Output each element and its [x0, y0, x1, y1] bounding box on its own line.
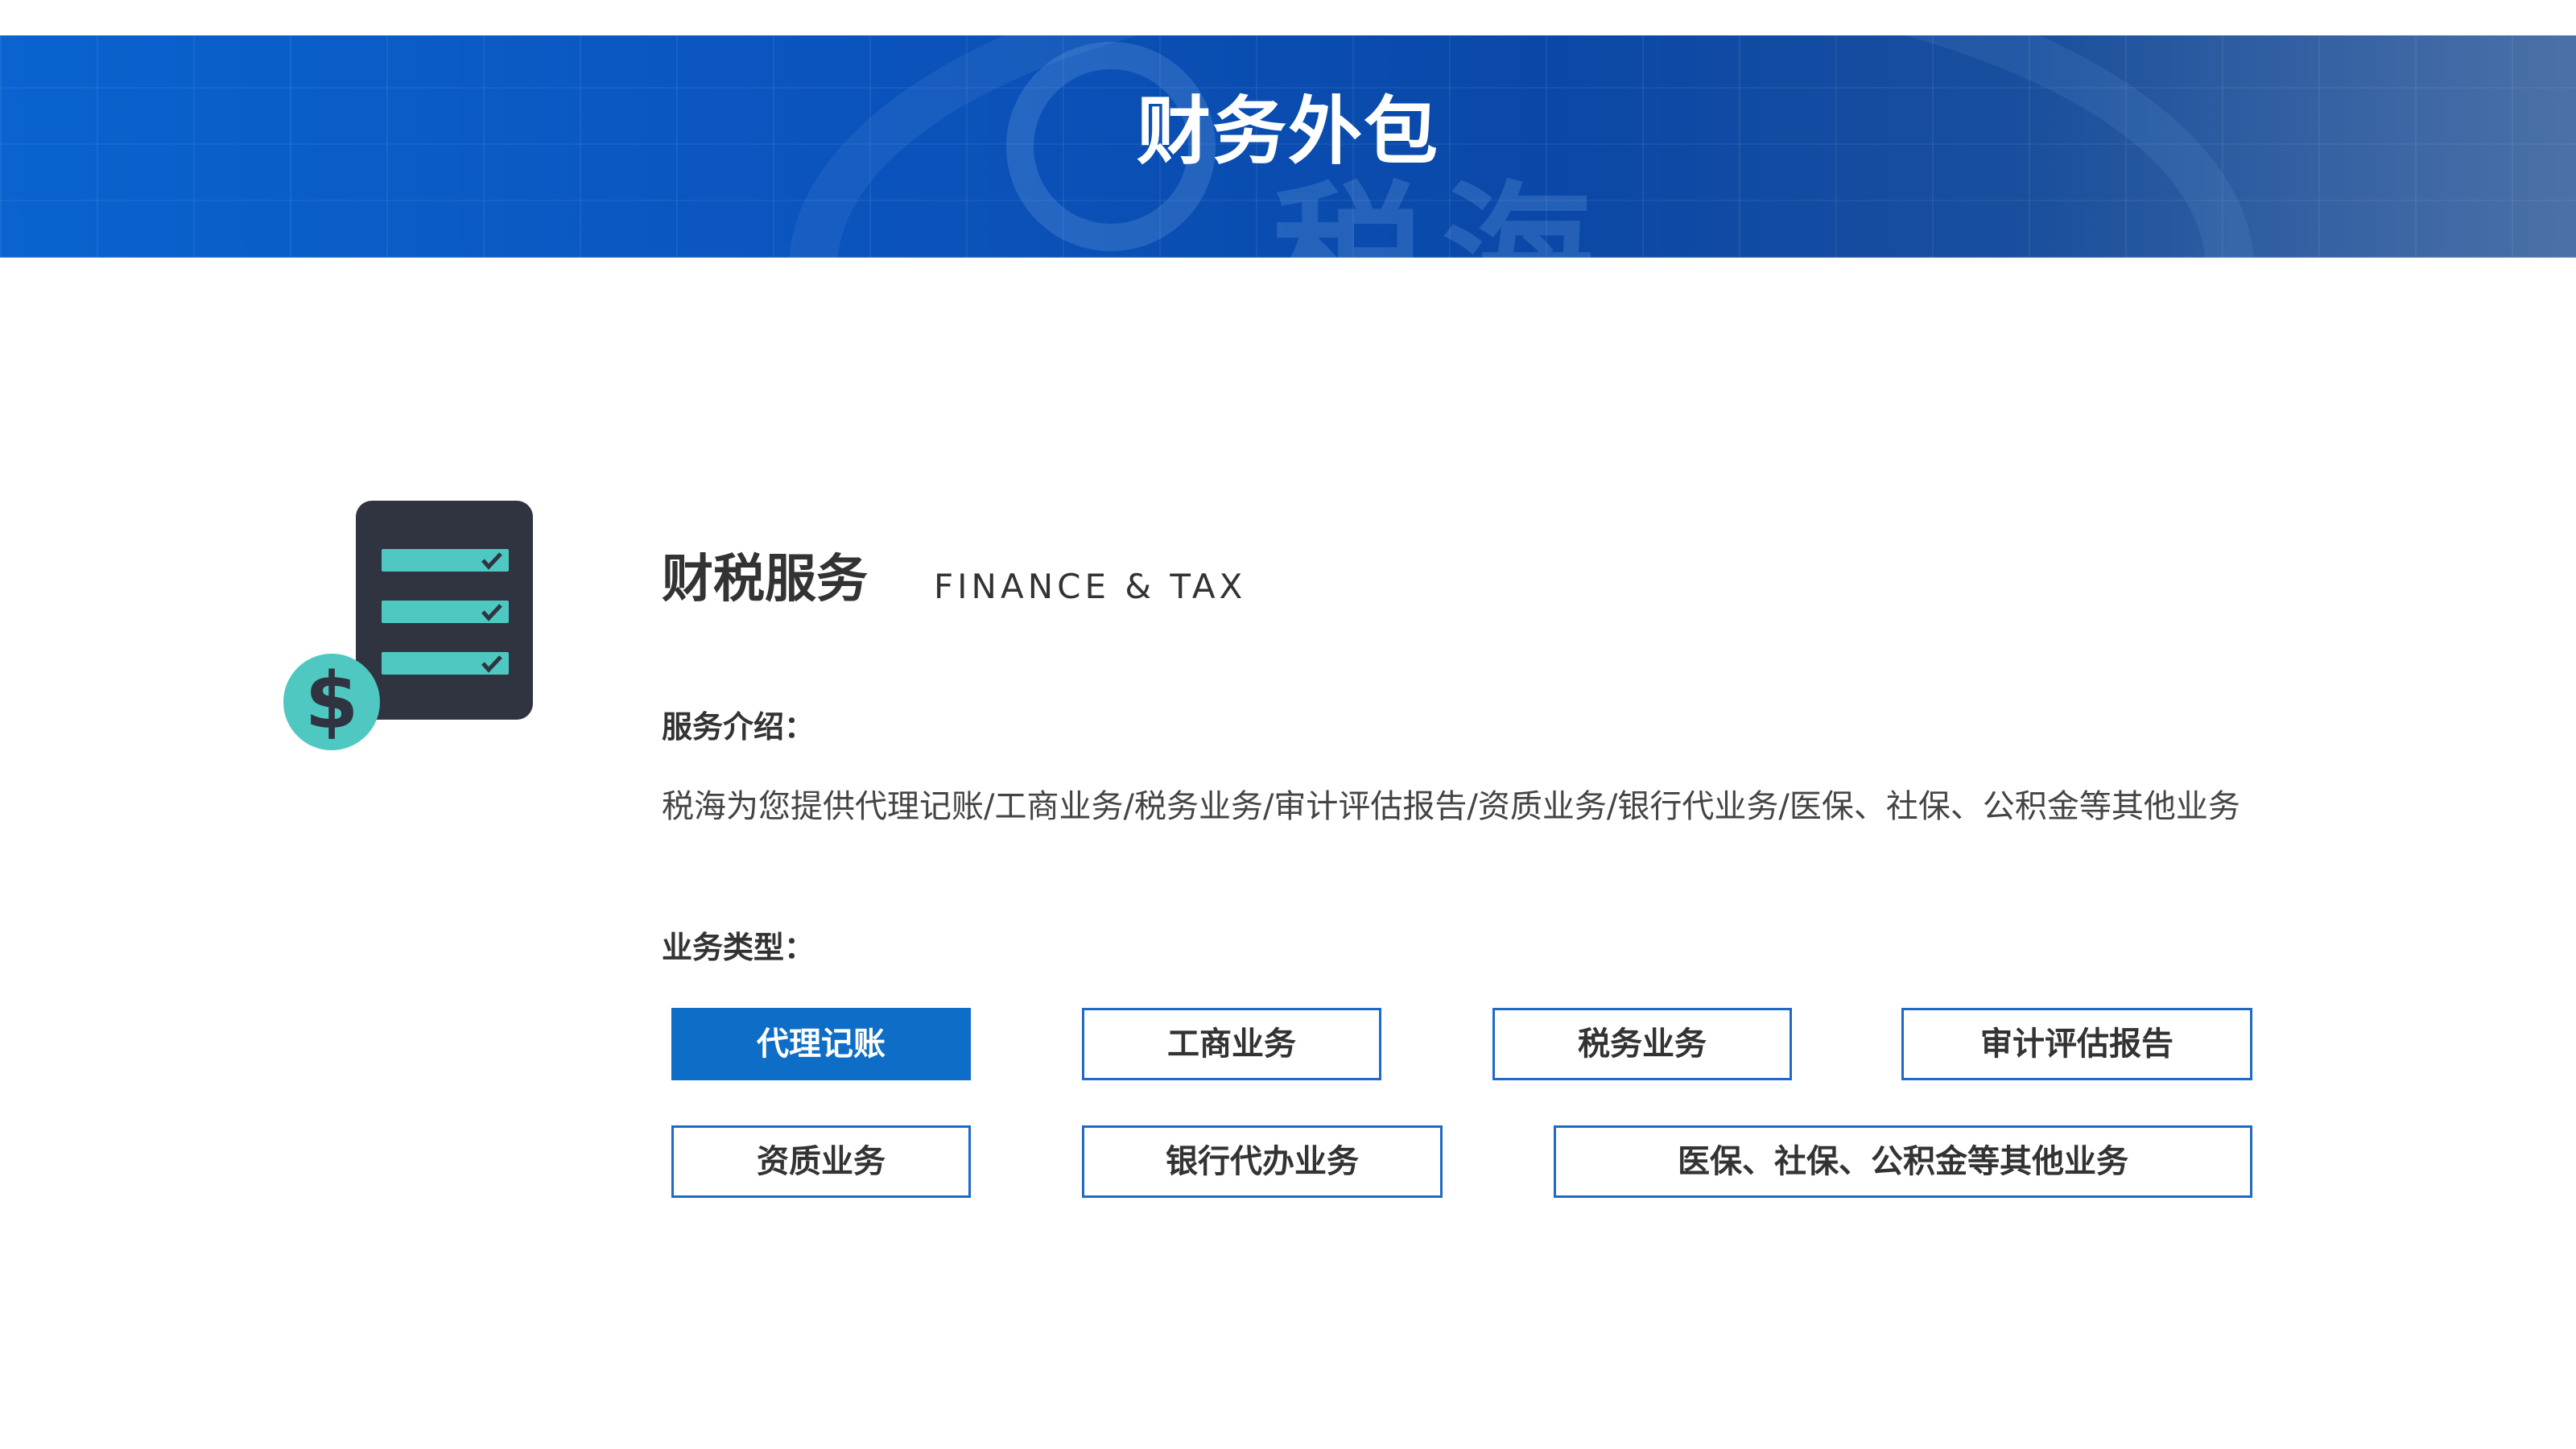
types-label: 业务类型： [662, 930, 815, 965]
page-title: 财务外包 [1136, 89, 1439, 175]
type-button-bank-agency[interactable]: 银行代办业务 [1082, 1125, 1443, 1198]
type-button-insurance-other[interactable]: 医保、社保、公积金等其他业务 [1554, 1125, 2252, 1198]
type-button-business-registration[interactable]: 工商业务 [1082, 1008, 1381, 1080]
section-title: 财税服务 [662, 550, 868, 609]
type-button-qualification[interactable]: 资质业务 [671, 1125, 971, 1198]
type-button-bookkeeping[interactable]: 代理记账 [671, 1008, 971, 1080]
checklist-document-dollar-icon: $ [282, 501, 539, 758]
section-subtitle: FINANCE & TAX [934, 567, 1247, 606]
type-button-audit-report[interactable]: 审计评估报告 [1901, 1008, 2252, 1080]
svg-text:$: $ [305, 656, 359, 746]
intro-text: 税海为您提供代理记账/工商业务/税务业务/审计评估报告/资质业务/银行代业务/医… [662, 788, 2240, 825]
intro-label: 服务介绍： [662, 709, 815, 745]
type-button-tax[interactable]: 税务业务 [1492, 1008, 1792, 1080]
